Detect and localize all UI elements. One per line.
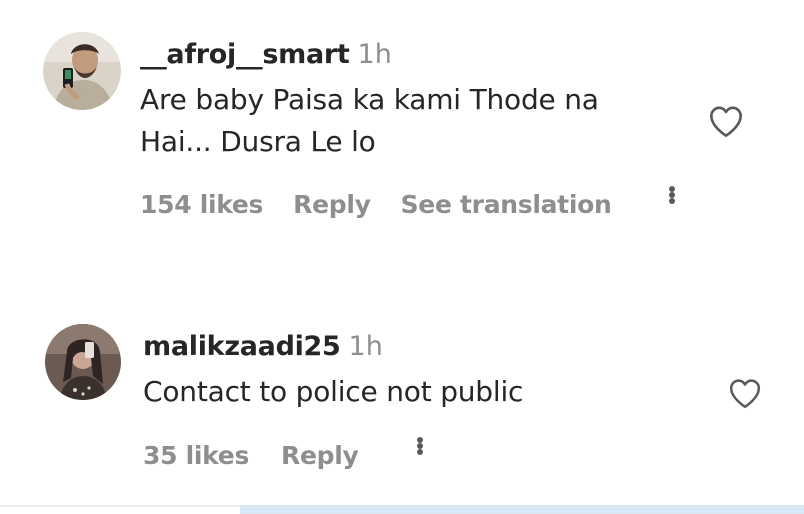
comment-text-line: Hai... Dusra Le lo bbox=[140, 125, 376, 158]
see-translation-button[interactable]: See translation bbox=[401, 190, 612, 219]
likes-count-button[interactable]: 35 likes bbox=[143, 441, 249, 470]
username-link[interactable]: __afroj__smart bbox=[140, 39, 350, 70]
ellipsis-icon[interactable] bbox=[416, 437, 423, 473]
comment-text: Contact to police not public bbox=[143, 375, 524, 408]
heart-outline-icon[interactable] bbox=[727, 377, 763, 413]
timestamp: 1h bbox=[348, 331, 383, 362]
username-link[interactable]: malikzaadi25 bbox=[143, 331, 341, 362]
reply-button[interactable]: Reply bbox=[293, 190, 371, 219]
comments-panel: __afroj__smart 1h Are baby Paisa ka kami … bbox=[0, 0, 804, 514]
ellipsis-icon[interactable] bbox=[669, 186, 676, 222]
comment-header: __afroj__smart 1h bbox=[140, 39, 392, 71]
avatar-photo-icon bbox=[43, 32, 121, 110]
heart-outline-icon[interactable] bbox=[707, 104, 745, 142]
bottom-edge-strip bbox=[0, 505, 804, 514]
background-strip bbox=[240, 505, 804, 514]
timestamp: 1h bbox=[357, 39, 392, 70]
avatar-photo-icon bbox=[45, 324, 121, 400]
likes-count-button[interactable]: 154 likes bbox=[140, 190, 263, 219]
reply-button[interactable]: Reply bbox=[281, 441, 359, 470]
comment-actions: 154 likes Reply See translation bbox=[140, 186, 676, 222]
comment-text-line: Are baby Paisa ka kami Thode na bbox=[140, 83, 599, 116]
comment-text: Are baby Paisa ka kami Thode na Hai... D… bbox=[140, 79, 660, 163]
comment-item: malikzaadi25 1h Contact to police not pub… bbox=[0, 305, 804, 505]
comment-header: malikzaadi25 1h bbox=[143, 331, 383, 363]
divider bbox=[0, 505, 240, 507]
comment-item: __afroj__smart 1h Are baby Paisa ka kami … bbox=[0, 0, 804, 270]
avatar[interactable] bbox=[43, 32, 121, 110]
avatar[interactable] bbox=[45, 324, 121, 400]
comment-actions: 35 likes Reply bbox=[143, 437, 423, 473]
